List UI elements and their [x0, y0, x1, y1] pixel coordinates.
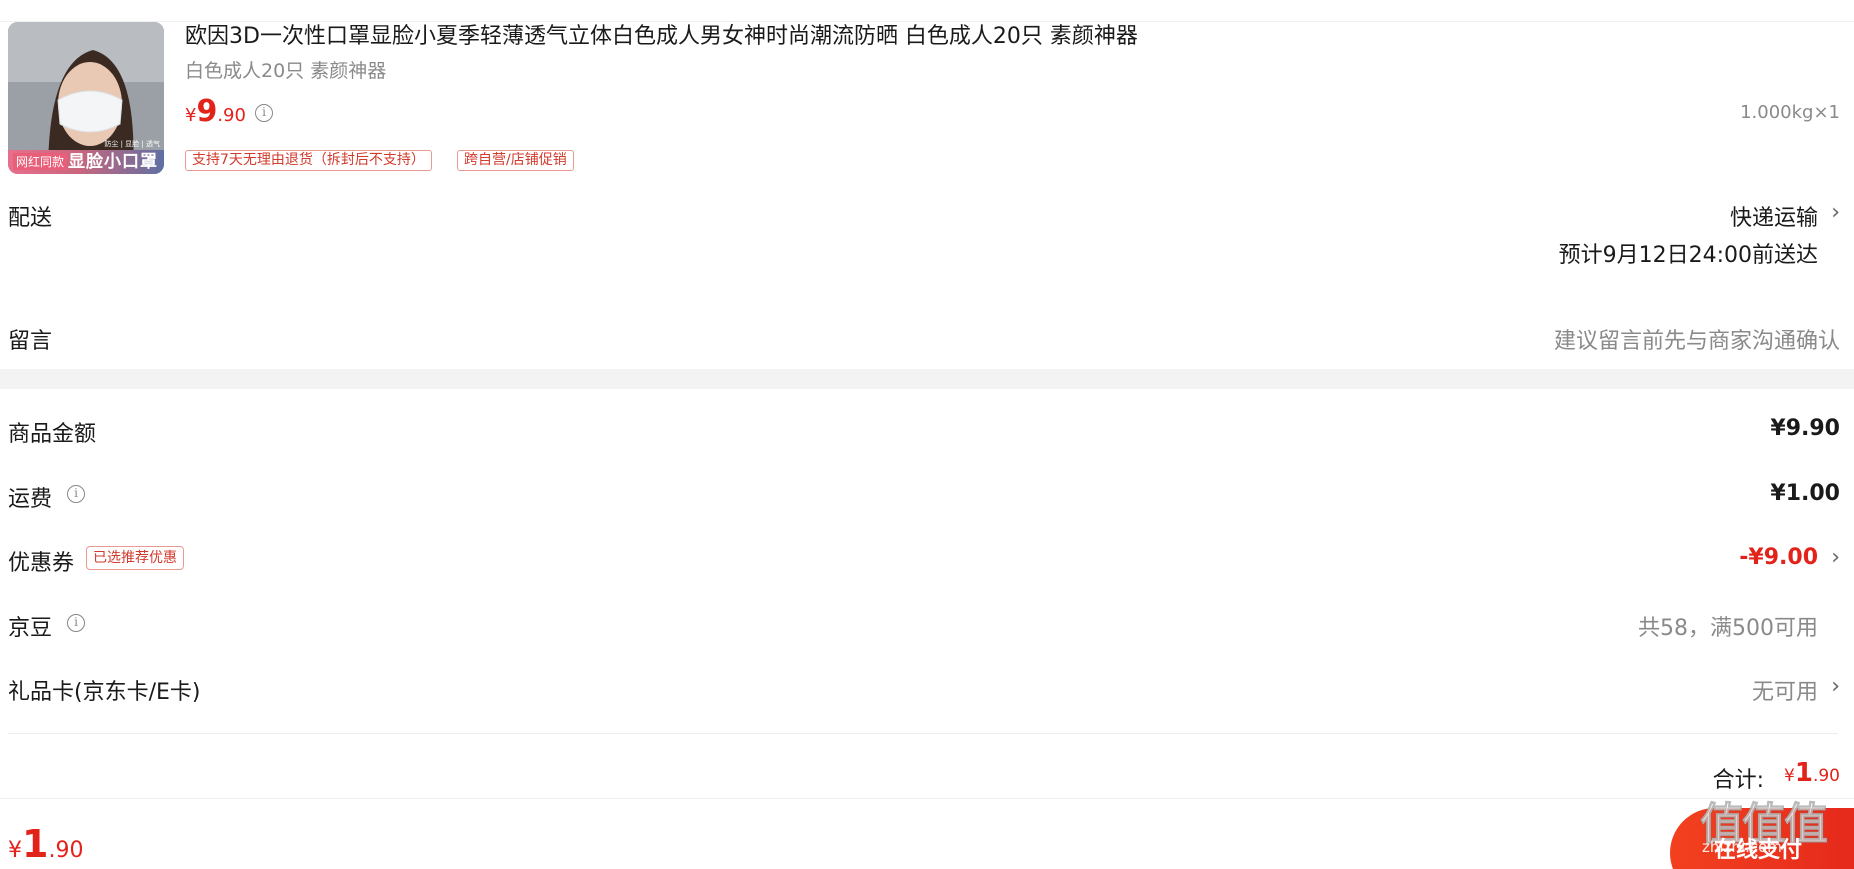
shipping-label: 运费	[8, 487, 53, 512]
total-decimal: .90	[1812, 766, 1840, 786]
pay-decimal: .90	[48, 838, 84, 863]
price-integer: 9	[196, 94, 218, 129]
jingdou-info-icon[interactable]: i	[67, 614, 85, 632]
giftcard-value[interactable]: 无可用	[1752, 674, 1818, 706]
message-input[interactable]: 建议留言前先与商家沟通确认	[1554, 323, 1840, 355]
delivery-eta: 预计9月12日24:00前送达	[1558, 243, 1818, 268]
product-weight: 1.000kg×1	[1740, 102, 1840, 123]
product-spec: 白色成人20只 素颜神器	[185, 60, 387, 82]
message-label: 留言	[8, 329, 53, 354]
giftcard-label: 礼品卡(京东卡/E卡)	[8, 680, 201, 705]
pay-integer: 1	[22, 822, 49, 866]
coupon-label: 优惠券	[8, 551, 75, 576]
jingdou-value[interactable]: 共58，满500可用	[1638, 610, 1818, 642]
jingdou-label: 京豆	[8, 616, 53, 641]
coupon-chevron-icon[interactable]: ›	[1831, 545, 1840, 570]
total-currency: ¥	[1784, 766, 1795, 786]
price-decimal: .90	[217, 105, 246, 126]
price-info-icon[interactable]: i	[255, 104, 273, 122]
delivery-label: 配送	[8, 206, 53, 231]
pay-amount: ¥1.90	[8, 822, 83, 866]
summary-divider	[8, 733, 1838, 734]
footer-divider	[0, 798, 1854, 799]
price-currency: ¥	[185, 105, 197, 126]
promotion-tag: 跨自营/店铺促销	[457, 150, 574, 171]
total-integer: 1	[1794, 758, 1813, 788]
pay-currency: ¥	[8, 838, 22, 863]
coupon-value[interactable]: -¥9.00	[1739, 545, 1818, 570]
delivery-chevron-icon[interactable]: ›	[1831, 200, 1840, 225]
thumb-badge-right: 显脸小口罩	[68, 152, 158, 172]
total-value: ¥1.90	[1784, 758, 1840, 788]
product-thumbnail[interactable]: 防尘 | 显脸 | 透气 网红同款 显脸小口罩	[8, 22, 164, 174]
product-title[interactable]: 欧因3D一次性口罩显脸小夏季轻薄透气立体白色成人男女神时尚潮流防晒 白色成人20…	[185, 18, 1138, 50]
section-separator	[0, 369, 1854, 389]
shipping-info-icon[interactable]: i	[67, 485, 85, 503]
product-price: ¥9.90	[185, 94, 246, 129]
thumb-badge-left: 网红同款	[13, 153, 68, 170]
giftcard-chevron-icon[interactable]: ›	[1831, 674, 1840, 699]
shipping-value: ¥1.00	[1770, 481, 1840, 506]
return-policy-tag: 支持7天无理由退货（拆封后不支持）	[185, 150, 432, 171]
goods-amount-label: 商品金额	[8, 422, 97, 447]
delivery-method[interactable]: 快递运输	[1730, 200, 1818, 232]
coupon-recommended-tag: 已选推荐优惠	[86, 546, 184, 570]
goods-amount-value: ¥9.90	[1770, 416, 1840, 441]
watermark-url: zhizhi.com	[1702, 838, 1782, 856]
